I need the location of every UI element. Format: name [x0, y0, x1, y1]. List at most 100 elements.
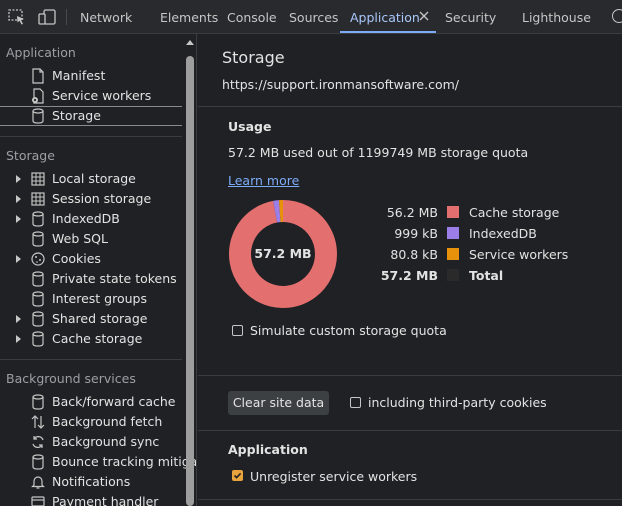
card-icon: [31, 496, 45, 506]
sidebar-item-label: Payment handler: [52, 494, 159, 506]
tab-security[interactable]: Security: [445, 0, 496, 34]
application-heading: Application: [228, 442, 308, 457]
sidebar-item-web-sql[interactable]: Web SQL: [0, 229, 182, 249]
sidebar-item-label: Background sync: [52, 434, 160, 449]
tab-application[interactable]: Application: [350, 0, 420, 34]
expand-arrow-icon[interactable]: [16, 315, 21, 323]
sidebar-item-cookies[interactable]: Cookies: [0, 249, 182, 269]
section-divider: [198, 375, 622, 376]
tab-lighthouse[interactable]: Lighthouse: [522, 0, 591, 34]
sidebar-item-notifications[interactable]: Notifications: [0, 472, 182, 492]
legend-swatch-service-workers: [447, 248, 459, 260]
section-divider: [198, 499, 622, 500]
sidebar-item-local-storage[interactable]: Local storage: [0, 169, 182, 189]
sidebar-item-label: Web SQL: [52, 231, 108, 246]
tab-network[interactable]: Network: [80, 0, 132, 34]
device-toolbar-icon[interactable]: [38, 9, 56, 25]
database-icon: [32, 331, 44, 347]
sidebar-item-label: Storage: [52, 108, 101, 123]
checkmark-icon: [233, 472, 242, 479]
sidebar-item-background-fetch[interactable]: Background fetch: [0, 412, 182, 432]
third-party-cookies-label: including third-party cookies: [368, 395, 547, 410]
usage-heading: Usage: [228, 119, 272, 134]
unregister-service-workers-checkbox[interactable]: [232, 470, 243, 481]
legend-value-service-workers: 80.8 kB: [390, 247, 438, 262]
section-divider: [198, 106, 622, 107]
tab-console[interactable]: Console: [227, 0, 277, 34]
database-icon: [32, 108, 44, 124]
sidebar-section-background-services: Background services: [6, 371, 136, 386]
up-down-arrows-icon: [31, 415, 45, 429]
expand-arrow-icon[interactable]: [16, 215, 21, 223]
sidebar-item-label: Manifest: [52, 68, 106, 83]
database-icon: [32, 211, 44, 227]
tab-elements[interactable]: Elements: [160, 0, 218, 34]
sidebar-item-label: Private state tokens: [52, 271, 177, 286]
learn-more-link[interactable]: Learn more: [228, 173, 299, 188]
close-tab-icon[interactable]: [418, 10, 430, 22]
sidebar-item-background-sync[interactable]: Background sync: [0, 432, 182, 452]
sidebar-item-back-forward-cache[interactable]: Back/forward cache: [0, 392, 182, 412]
sidebar-item-interest-groups[interactable]: Interest groups: [0, 289, 182, 309]
page-title: Storage: [222, 48, 285, 67]
tab-sources[interactable]: Sources: [289, 0, 338, 34]
sync-icon: [32, 436, 44, 448]
legend-swatch-indexeddb: [447, 227, 459, 239]
expand-arrow-icon[interactable]: [16, 175, 21, 183]
sidebar-item-label: Interest groups: [52, 291, 147, 306]
database-icon: [32, 291, 44, 307]
clear-site-data-button[interactable]: Clear site data: [228, 391, 329, 415]
sidebar-item-label: Notifications: [52, 474, 131, 489]
database-icon: [32, 394, 44, 410]
sidebar-section-application: Application: [6, 45, 76, 60]
legend-label-indexeddb: IndexedDB: [469, 226, 537, 241]
sidebar-item-label: Bounce tracking mitigatio: [52, 454, 196, 469]
sidebar-item-indexeddb[interactable]: IndexedDB: [0, 209, 182, 229]
database-icon: [32, 454, 44, 470]
inspect-element-icon[interactable]: [8, 9, 26, 25]
third-party-cookies-checkbox[interactable]: [350, 397, 361, 408]
storage-panel: Storage https://support.ironmansoftware.…: [198, 34, 622, 506]
sidebar: Application Manifest Service workers Sto…: [0, 34, 197, 506]
sidebar-item-service-workers[interactable]: Service workers: [0, 86, 182, 106]
database-icon: [32, 311, 44, 327]
legend-label-cache-storage: Cache storage: [469, 205, 560, 220]
sidebar-scrollbar-thumb[interactable]: [186, 56, 194, 506]
database-icon: [32, 271, 44, 287]
sidebar-item-session-storage[interactable]: Session storage: [0, 189, 182, 209]
sidebar-item-bounce-tracking[interactable]: Bounce tracking mitigatio: [0, 452, 196, 472]
expand-arrow-icon[interactable]: [16, 255, 21, 263]
simulate-quota-checkbox[interactable]: [232, 325, 243, 336]
sidebar-item-label: Shared storage: [52, 311, 148, 326]
expand-arrow-icon[interactable]: [16, 335, 21, 343]
sidebar-item-shared-storage[interactable]: Shared storage: [0, 309, 182, 329]
simulate-quota-label: Simulate custom storage quota: [250, 323, 447, 338]
cookie-icon: [31, 252, 45, 266]
devtools-toolbar: Network Elements Console Sources Applica…: [0, 0, 622, 34]
sidebar-item-payment-handler[interactable]: Payment handler: [0, 492, 182, 506]
sidebar-item-storage[interactable]: Storage: [0, 106, 182, 126]
expand-arrow-icon[interactable]: [16, 195, 21, 203]
legend-label-total: Total: [469, 268, 504, 283]
sidebar-item-private-state-tokens[interactable]: Private state tokens: [0, 269, 182, 289]
active-tab-indicator: [340, 31, 436, 33]
toolbar-divider: [66, 9, 67, 25]
origin-url: https://support.ironmansoftware.com/: [222, 77, 459, 92]
sidebar-item-label: Background fetch: [52, 414, 163, 429]
sidebar-item-manifest[interactable]: Manifest: [0, 66, 182, 86]
legend-value-total: 57.2 MB: [380, 268, 438, 283]
table-icon: [31, 172, 45, 186]
sidebar-divider: [0, 136, 182, 137]
overflow-tab-icon[interactable]: [612, 9, 622, 23]
database-icon: [32, 231, 44, 247]
legend-swatch-total: [447, 269, 459, 281]
legend-value-cache-storage: 56.2 MB: [386, 205, 438, 220]
unregister-service-workers-label: Unregister service workers: [250, 469, 418, 484]
document-icon: [32, 68, 44, 84]
sidebar-item-label: Cache storage: [52, 331, 143, 346]
section-divider: [198, 430, 622, 431]
scroll-up-arrow-icon[interactable]: [186, 40, 194, 45]
donut-slice-indexeddb: [273, 200, 281, 223]
legend-label-service-workers: Service workers: [469, 247, 569, 262]
sidebar-item-cache-storage[interactable]: Cache storage: [0, 329, 182, 349]
